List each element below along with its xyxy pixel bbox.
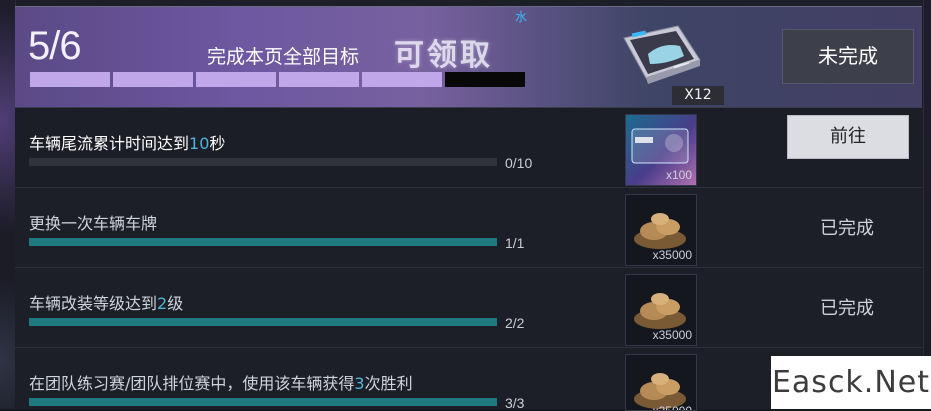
task-progress-bar [29, 398, 497, 406]
progress-segment [279, 72, 359, 87]
page-progress-count: 5/6 [28, 24, 82, 68]
watermark-mark: 水 [515, 10, 528, 24]
task-progress-text: 0/10 [505, 155, 533, 171]
task-title: 在团队练习赛/团队排位赛中，使用该车辆获得3次胜利 [29, 374, 413, 393]
progress-segment [445, 72, 525, 87]
reward-quantity: x35000 [652, 248, 692, 262]
header-reward-quantity: X12 [672, 86, 724, 105]
completed-label: 已完成 [820, 218, 874, 239]
gold-pile-icon: x35000 [625, 194, 697, 266]
site-watermark: Easck.Net [771, 356, 931, 409]
go-button[interactable]: 前往 [787, 115, 909, 159]
task-title: 更换一次车辆车牌 [29, 214, 158, 233]
gold-pile-icon: x35000 [625, 354, 697, 411]
progress-segment [113, 72, 193, 87]
task-progress-fill [29, 238, 497, 246]
claimable-label: 可领取 [394, 38, 493, 73]
gift-card-icon: x100 [625, 114, 697, 186]
reward-quantity: x35000 [652, 328, 692, 342]
task-progress-fill [29, 318, 497, 326]
progress-segment [30, 72, 110, 87]
task-row: 车辆尾流累计时间达到10秒 0/10 x100 前往 [15, 108, 922, 188]
task-progress-bar [29, 238, 497, 246]
completed-label: 已完成 [820, 298, 874, 319]
task-title: 车辆改装等级达到2级 [29, 294, 184, 313]
task-progress-text: 2/2 [505, 315, 525, 331]
task-progress-bar [29, 318, 497, 326]
progress-segment [196, 72, 276, 87]
page-title: 完成本页全部目标 [207, 46, 360, 68]
task-row: 更换一次车辆车牌 1/1 x35000 已完成 [15, 188, 922, 268]
task-title: 车辆尾流累计时间达到10秒 [29, 134, 226, 153]
task-progress-fill [29, 398, 497, 406]
car-gift-box-icon [618, 24, 702, 88]
segment-progress-bar [30, 72, 525, 87]
task-progress-text: 1/1 [505, 235, 525, 251]
reward-quantity: x100 [665, 168, 692, 182]
progress-segment [362, 72, 442, 87]
reward-quantity: x35000 [652, 404, 692, 411]
gold-pile-icon: x35000 [625, 274, 697, 346]
task-row: 车辆改装等级达到2级 2/2 x35000 已完成 [15, 268, 922, 348]
task-progress-bar [29, 158, 497, 166]
claim-all-button[interactable]: 未完成 [782, 29, 914, 84]
